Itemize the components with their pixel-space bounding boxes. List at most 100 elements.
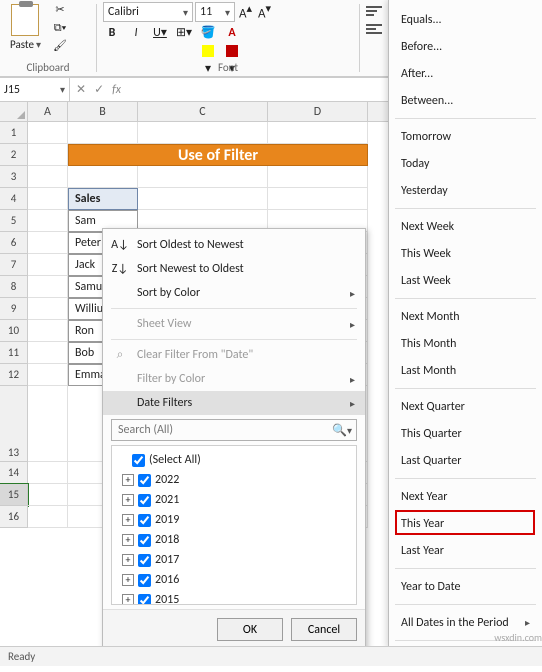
ok-button[interactable]: OK: [217, 618, 283, 641]
status-bar: Ready: [0, 646, 542, 666]
filter-search[interactable]: 🔍▾: [111, 419, 357, 441]
col-header-a[interactable]: A: [28, 102, 68, 121]
format-painter-button[interactable]: 🖌: [49, 38, 71, 54]
tree-year[interactable]: +2017: [116, 550, 352, 570]
cancel-button[interactable]: Cancel: [291, 618, 357, 641]
expand-icon[interactable]: +: [122, 574, 134, 586]
dm-last-month[interactable]: Last Month: [389, 357, 542, 384]
dm-this-week[interactable]: This Week: [389, 240, 542, 267]
fill-color-button[interactable]: 🪣▾: [199, 24, 217, 42]
filter-clear-icon: ⌕: [111, 348, 129, 362]
filter-tree[interactable]: (Select All) +2022 +2021 +2019 +2018 +20…: [111, 445, 357, 605]
sort-desc-icon: Z↓: [111, 262, 129, 276]
expand-icon[interactable]: +: [122, 594, 134, 605]
row-header[interactable]: 1: [0, 122, 28, 144]
row-header[interactable]: 4: [0, 188, 28, 210]
enter-formula-icon[interactable]: ✓: [94, 82, 104, 97]
dm-this-year[interactable]: This Year: [389, 510, 542, 537]
dm-this-month[interactable]: This Month: [389, 330, 542, 357]
shrink-font-button[interactable]: A▾: [256, 2, 273, 21]
tree-year[interactable]: +2019: [116, 510, 352, 530]
paste-button[interactable]: Paste▾: [6, 2, 45, 54]
align-top-button[interactable]: [366, 4, 382, 18]
dm-after[interactable]: After...: [389, 60, 542, 87]
filter-menu: A↓Sort Oldest to Newest Z↓Sort Newest to…: [102, 228, 366, 654]
clipboard-label: Clipboard: [6, 59, 90, 76]
dm-this-quarter[interactable]: This Quarter: [389, 420, 542, 447]
dm-next-month[interactable]: Next Month: [389, 303, 542, 330]
dm-last-year[interactable]: Last Year: [389, 537, 542, 564]
cancel-formula-icon[interactable]: ✕: [76, 82, 86, 97]
col-header-d[interactable]: D: [268, 102, 368, 121]
row-header[interactable]: 9: [0, 298, 28, 320]
underline-button[interactable]: U▾: [151, 24, 169, 42]
row-header[interactable]: 12: [0, 364, 28, 386]
sort-newest-item[interactable]: Z↓Sort Newest to Oldest: [103, 257, 365, 281]
dm-last-week[interactable]: Last Week: [389, 267, 542, 294]
search-input[interactable]: [116, 422, 332, 438]
select-all-corner[interactable]: [0, 102, 28, 121]
clipboard-group: Paste▾ ✂ ⧉▾ 🖌 Clipboard: [0, 0, 96, 76]
bold-button[interactable]: B: [103, 24, 121, 42]
dm-equals[interactable]: Equals...: [389, 6, 542, 33]
chevron-down-icon: ▾: [183, 6, 188, 19]
row-header[interactable]: 6: [0, 232, 28, 254]
clear-filter-item: ⌕Clear Filter From "Date": [103, 343, 365, 367]
font-name-select[interactable]: Calibri▾: [103, 2, 193, 22]
row-header[interactable]: 3: [0, 166, 28, 188]
tree-year[interactable]: +2018: [116, 530, 352, 550]
dm-between[interactable]: Between...: [389, 87, 542, 114]
expand-icon[interactable]: +: [122, 494, 134, 506]
dm-tomorrow[interactable]: Tomorrow: [389, 123, 542, 150]
expand-icon[interactable]: +: [122, 474, 134, 486]
sort-oldest-item[interactable]: A↓Sort Oldest to Newest: [103, 233, 365, 257]
dm-next-year[interactable]: Next Year: [389, 483, 542, 510]
expand-icon[interactable]: +: [122, 554, 134, 566]
col-header-b[interactable]: B: [68, 102, 138, 121]
row-header[interactable]: 5: [0, 210, 28, 232]
dm-next-week[interactable]: Next Week: [389, 213, 542, 240]
grow-font-button[interactable]: A▴: [237, 2, 254, 21]
italic-button[interactable]: I: [127, 24, 145, 42]
dm-last-quarter[interactable]: Last Quarter: [389, 447, 542, 474]
copy-button[interactable]: ⧉▾: [49, 20, 71, 36]
name-box[interactable]: J15▾: [0, 78, 70, 101]
font-size-select[interactable]: 11▾: [195, 2, 235, 22]
row-header[interactable]: 14: [0, 462, 28, 484]
row-header[interactable]: 8: [0, 276, 28, 298]
row-header[interactable]: 15: [0, 484, 28, 506]
align-left-button[interactable]: [366, 22, 382, 36]
expand-icon[interactable]: +: [122, 534, 134, 546]
tree-year[interactable]: +2022: [116, 470, 352, 490]
dm-year-to-date[interactable]: Year to Date: [389, 573, 542, 600]
dm-yesterday[interactable]: Yesterday: [389, 177, 542, 204]
paste-icon: [11, 4, 39, 36]
font-color-button[interactable]: A▾: [223, 24, 241, 42]
filter-by-color-item: Filter by Color▸: [103, 367, 365, 391]
date-filters-item[interactable]: Date Filters▸: [103, 391, 365, 415]
row-header[interactable]: 10: [0, 320, 28, 342]
row-header[interactable]: 16: [0, 506, 28, 528]
banner-cell: Use of Filter: [68, 144, 368, 166]
row-header[interactable]: 7: [0, 254, 28, 276]
cut-button[interactable]: ✂: [49, 2, 71, 18]
tree-year[interactable]: +2016: [116, 570, 352, 590]
expand-icon[interactable]: +: [122, 514, 134, 526]
dm-before[interactable]: Before...: [389, 33, 542, 60]
alignment-group: [360, 0, 388, 76]
col-header-c[interactable]: C: [138, 102, 268, 121]
search-icon: 🔍: [332, 423, 347, 438]
border-button[interactable]: ⊞▾: [175, 24, 193, 42]
tree-year[interactable]: +2021: [116, 490, 352, 510]
dm-next-quarter[interactable]: Next Quarter: [389, 393, 542, 420]
tree-year[interactable]: +2015: [116, 590, 352, 605]
chevron-right-icon: ▸: [350, 318, 355, 331]
sort-asc-icon: A↓: [111, 238, 129, 252]
row-header[interactable]: 11: [0, 342, 28, 364]
tree-select-all[interactable]: (Select All): [116, 450, 352, 470]
dm-today[interactable]: Today: [389, 150, 542, 177]
fx-icon[interactable]: fx: [112, 83, 121, 97]
row-header[interactable]: 2: [0, 144, 28, 166]
row-header[interactable]: 13: [0, 386, 28, 462]
sort-by-color-item[interactable]: Sort by Color▸: [103, 281, 365, 305]
